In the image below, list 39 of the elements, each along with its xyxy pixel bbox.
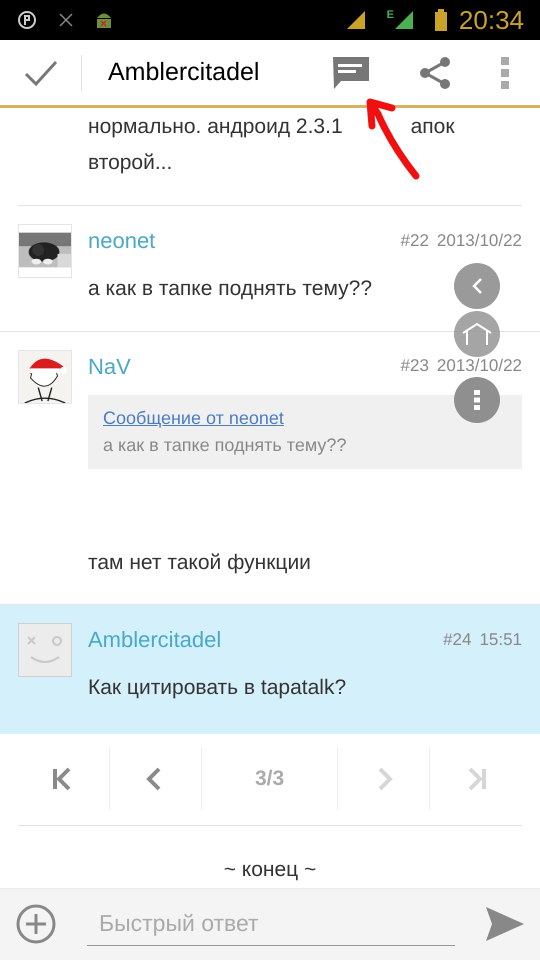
close-icon	[58, 12, 74, 28]
post-text: Как цитировать в tapatalk?	[88, 675, 346, 701]
post-number: #24	[443, 628, 472, 651]
quote-text: а как в тапке поднять тему??	[103, 434, 348, 457]
author-name[interactable]: neonet	[88, 224, 156, 257]
post-text: апок	[410, 114, 455, 140]
quote-link[interactable]: Сообщение от neonet	[103, 404, 507, 432]
signal-icon	[344, 9, 367, 31]
check-icon	[24, 60, 58, 86]
comment-icon	[333, 56, 369, 88]
send-button[interactable]	[485, 904, 525, 944]
chevron-icon	[470, 277, 484, 295]
share-icon	[418, 56, 452, 90]
post-date: 15:51	[479, 628, 522, 651]
post-text: второй...	[88, 150, 172, 176]
plus-icon	[16, 904, 56, 944]
clock: 20:34	[458, 4, 524, 36]
battery-icon	[434, 9, 447, 31]
default-avatar-icon	[18, 623, 72, 677]
more-icon	[474, 390, 480, 410]
more-icon	[501, 56, 509, 88]
author-name[interactable]: Amblercitadel	[88, 623, 222, 656]
toolbar-title: Amblercitadel	[108, 56, 260, 88]
page-indicator[interactable]: 3/3	[202, 748, 338, 810]
post-text: а как в тапке поднять тему??	[88, 276, 372, 302]
network-type: E	[386, 10, 394, 21]
post-number: #22	[400, 230, 429, 252]
end-label: ~ конец ~	[224, 856, 316, 882]
signal-icon	[394, 9, 415, 31]
add-button[interactable]	[15, 903, 57, 945]
post-date: 2013/10/22	[436, 355, 522, 378]
post-text: нормально. андроид 2.3.1	[88, 114, 343, 140]
post-number: #23	[400, 355, 429, 378]
post-text: там нет такой функции	[88, 550, 311, 576]
reply-field[interactable]: Быстрый ответ	[87, 902, 455, 946]
home-icon	[462, 323, 492, 345]
send-icon	[486, 907, 524, 941]
post-date: 2013/10/22	[436, 230, 522, 252]
author-name[interactable]: NaV	[88, 350, 131, 382]
